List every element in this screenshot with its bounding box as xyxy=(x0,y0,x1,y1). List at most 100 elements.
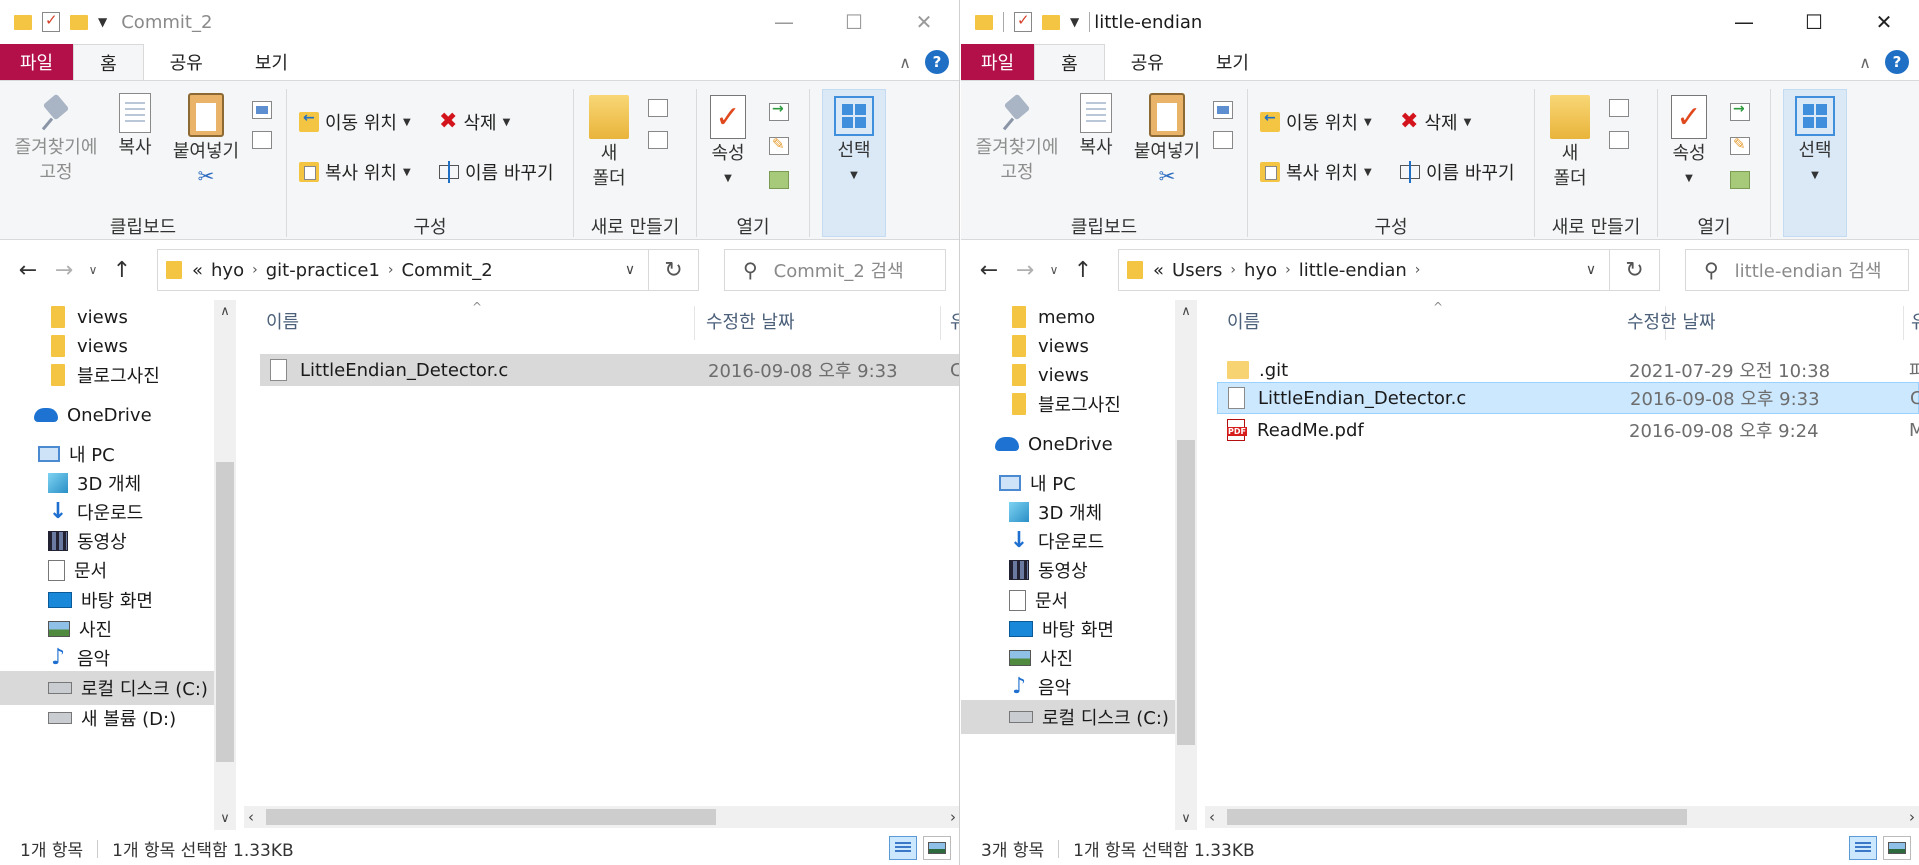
customize-dropdown-icon[interactable]: ▼ xyxy=(1070,15,1079,29)
history-icon[interactable] xyxy=(1730,171,1750,189)
breadcrumb-item[interactable]: Commit_2 xyxy=(402,260,493,281)
tab-home[interactable]: 홈 xyxy=(73,44,144,80)
column-header-name[interactable]: 이름 xyxy=(266,308,299,334)
scroll-down-icon[interactable]: ∨ xyxy=(1175,811,1197,826)
recent-locations-icon[interactable]: ∨ xyxy=(1043,263,1065,277)
new-item-icon[interactable] xyxy=(1609,99,1629,117)
large-icons-view-button[interactable] xyxy=(923,836,951,860)
large-icons-view-button[interactable] xyxy=(1883,836,1911,860)
easy-access-icon[interactable] xyxy=(648,131,668,149)
recent-locations-icon[interactable]: ∨ xyxy=(82,263,104,277)
file-row[interactable]: LittleEndian_Detector.c 2016-09-08 오후 9:3… xyxy=(260,354,959,386)
up-button[interactable]: ↑ xyxy=(1065,258,1101,283)
tab-home[interactable]: 홈 xyxy=(1034,44,1105,80)
properties-quick-icon[interactable] xyxy=(1014,11,1032,32)
explorer-window-little-endian[interactable]: ▼ little-endian — ☐ ✕ 파일 홈 공유 보기 ∧ ? 즐겨찾… xyxy=(961,0,1919,865)
scroll-thumb[interactable] xyxy=(266,809,716,825)
history-icon[interactable] xyxy=(769,171,789,189)
column-separator[interactable] xyxy=(694,306,695,340)
sidebar-item[interactable]: 문서 xyxy=(0,553,214,587)
back-button[interactable]: ← xyxy=(10,258,46,283)
copy-path-icon[interactable] xyxy=(252,101,272,119)
copy-button[interactable]: 복사 xyxy=(112,93,158,160)
rename-button[interactable]: 이름 바꾸기 xyxy=(1400,159,1515,185)
search-box[interactable]: ⚲ little-endian 검색 xyxy=(1685,249,1909,291)
address-bar[interactable]: « Users › hyo › little-endian › ∨ ↻ xyxy=(1118,249,1660,291)
sidebar-item[interactable]: ♪ 음악 xyxy=(961,670,1175,704)
navigation-pane[interactable]: views views 블로그사진 OneDrive 내 PC 3D 개체 ↓ 다운로드 동영상… xyxy=(0,300,236,830)
move-to-button[interactable]: 이동 위치 ▼ xyxy=(299,109,411,135)
forward-button[interactable]: → xyxy=(1007,258,1043,283)
horizontal-scrollbar[interactable]: ‹ › xyxy=(244,806,959,828)
sidebar-item[interactable]: 로컬 디스크 (C:) xyxy=(0,671,214,705)
copy-to-button[interactable]: 복사 위치 ▼ xyxy=(1260,159,1372,185)
address-dropdown-icon[interactable]: ∨ xyxy=(1575,250,1607,290)
horizontal-scrollbar[interactable]: ‹ › xyxy=(1205,806,1919,828)
minimize-ribbon-icon[interactable]: ∧ xyxy=(899,53,911,72)
refresh-icon[interactable]: ↻ xyxy=(648,250,698,290)
minimize-button[interactable]: — xyxy=(749,0,819,44)
breadcrumb-item[interactable]: little-endian xyxy=(1299,260,1407,281)
new-item-icon[interactable] xyxy=(648,99,668,117)
maximize-button[interactable]: ☐ xyxy=(1779,0,1849,44)
column-header-modified[interactable]: 수정한 날짜 xyxy=(706,308,795,334)
delete-button[interactable]: ✖ 삭제 ▼ xyxy=(1400,109,1471,135)
pin-to-quick-access-button[interactable]: 즐겨찾기에 고정 xyxy=(967,93,1067,185)
select-button[interactable]: 선택 ▼ xyxy=(822,89,886,237)
scroll-thumb[interactable] xyxy=(216,462,234,762)
new-folder-button[interactable]: 새 폴더 xyxy=(584,95,634,191)
edit-icon[interactable] xyxy=(769,135,789,155)
details-view-button[interactable] xyxy=(1849,836,1877,860)
breadcrumb-overflow[interactable]: « xyxy=(192,260,203,281)
details-view-button[interactable] xyxy=(889,836,917,860)
open-icon[interactable] xyxy=(1730,101,1750,121)
up-button[interactable]: ↑ xyxy=(104,258,140,283)
breadcrumb-chevron-icon[interactable]: › xyxy=(1285,262,1291,278)
new-folder-quick-icon[interactable] xyxy=(1042,14,1060,30)
select-button[interactable]: 선택 ▼ xyxy=(1783,89,1847,237)
minimize-button[interactable]: — xyxy=(1709,0,1779,44)
new-folder-quick-icon[interactable] xyxy=(70,14,88,30)
breadcrumb-chevron-icon[interactable]: › xyxy=(1230,262,1236,278)
column-header-type[interactable]: 유 xyxy=(1911,308,1919,334)
breadcrumb-item[interactable]: hyo xyxy=(211,260,244,281)
customize-dropdown-icon[interactable]: ▼ xyxy=(98,15,107,29)
breadcrumb-chevron-icon[interactable]: › xyxy=(388,262,394,278)
refresh-icon[interactable]: ↻ xyxy=(1609,250,1659,290)
scroll-left-icon[interactable]: ‹ xyxy=(248,806,254,828)
tab-share[interactable]: 공유 xyxy=(1105,44,1190,80)
scroll-right-icon[interactable]: › xyxy=(950,806,956,828)
sidebar-item[interactable]: OneDrive xyxy=(961,427,1175,461)
scroll-up-icon[interactable]: ∧ xyxy=(1175,304,1197,319)
address-bar[interactable]: « hyo › git-practice1 › Commit_2 ∨ ↻ xyxy=(157,249,699,291)
sidebar-item[interactable]: 블로그사진 xyxy=(961,387,1175,421)
column-header-name[interactable]: 이름 xyxy=(1227,308,1260,334)
move-to-button[interactable]: 이동 위치 ▼ xyxy=(1260,109,1372,135)
title-bar[interactable]: ▼ little-endian — ☐ ✕ xyxy=(961,0,1919,44)
tab-file[interactable]: 파일 xyxy=(0,44,74,80)
forward-button[interactable]: → xyxy=(46,258,82,283)
pin-to-quick-access-button[interactable]: 즐겨찾기에 고정 xyxy=(6,93,106,185)
explorer-window-commit2[interactable]: ▼ Commit_2 — ☐ ✕ 파일 홈 공유 보기 ∧ ? 즐겨찾기에 고정 xyxy=(0,0,960,865)
properties-button[interactable]: ✓ 속성 ▼ xyxy=(703,95,753,191)
breadcrumb-overflow[interactable]: « xyxy=(1153,260,1164,281)
help-icon[interactable]: ? xyxy=(1885,50,1909,74)
address-dropdown-icon[interactable]: ∨ xyxy=(614,250,646,290)
delete-button[interactable]: ✖ 삭제 ▼ xyxy=(439,109,510,135)
scroll-thumb[interactable] xyxy=(1177,440,1195,745)
cut-icon[interactable]: ✂ xyxy=(168,164,244,189)
properties-quick-icon[interactable] xyxy=(42,11,60,32)
breadcrumb-item[interactable]: git-practice1 xyxy=(266,260,380,281)
maximize-button[interactable]: ☐ xyxy=(819,0,889,44)
breadcrumb-chevron-icon[interactable]: › xyxy=(1415,262,1421,278)
close-button[interactable]: ✕ xyxy=(889,0,959,44)
tab-view[interactable]: 보기 xyxy=(229,44,314,80)
breadcrumb-item[interactable]: hyo xyxy=(1244,260,1277,281)
search-box[interactable]: ⚲ Commit_2 검색 xyxy=(724,249,946,291)
scroll-up-icon[interactable]: ∧ xyxy=(214,304,236,319)
breadcrumb-chevron-icon[interactable]: › xyxy=(252,262,258,278)
paste-button[interactable]: 붙여넣기 ✂ xyxy=(1129,93,1205,189)
help-icon[interactable]: ? xyxy=(925,50,949,74)
file-row[interactable]: ReadMe.pdf 2016-09-08 오후 9:24 M xyxy=(1217,414,1919,446)
close-button[interactable]: ✕ xyxy=(1849,0,1919,44)
